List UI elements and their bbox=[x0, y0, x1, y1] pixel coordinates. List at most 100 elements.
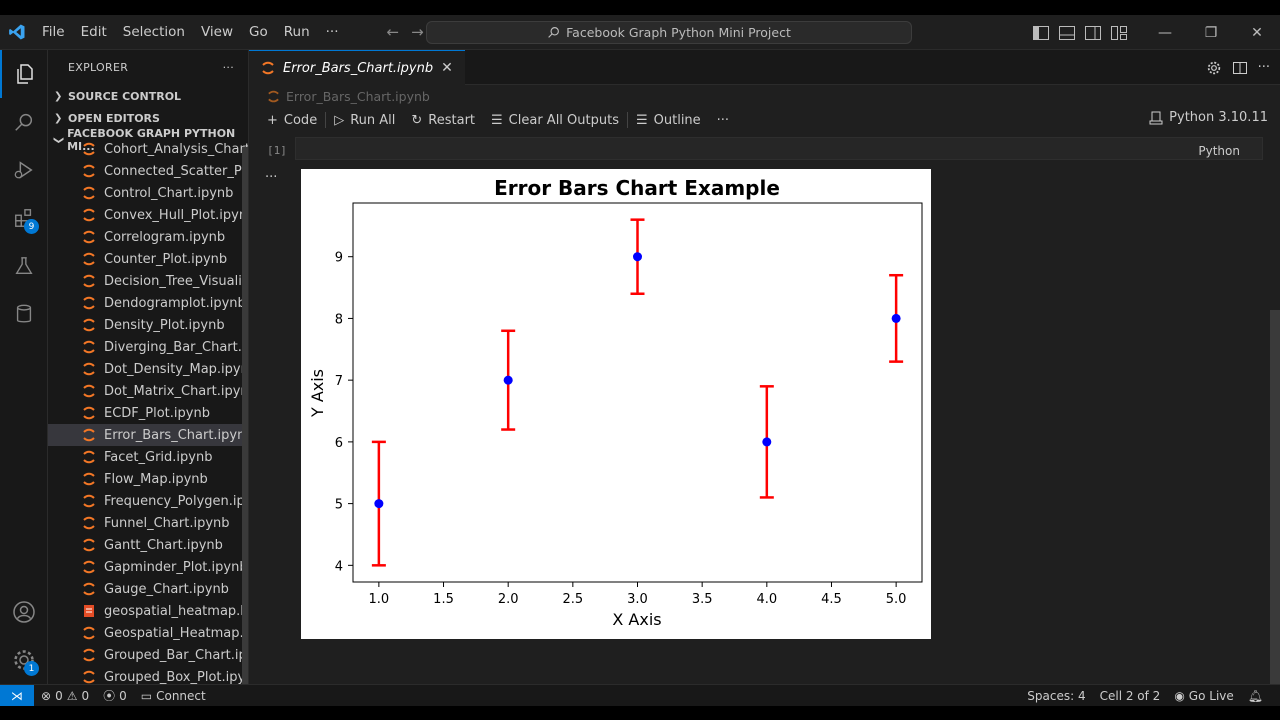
problems-status[interactable]: ⊗ 0 ⚠ 0 bbox=[34, 689, 96, 703]
sidebar-scrollbar[interactable] bbox=[242, 147, 248, 684]
indentation-status[interactable]: Spaces: 4 bbox=[1020, 689, 1092, 703]
go-live-button[interactable]: ◉ Go Live bbox=[1167, 689, 1240, 703]
menu-edit[interactable]: Edit bbox=[73, 15, 115, 50]
back-arrow-icon[interactable]: ← bbox=[381, 23, 406, 41]
file-name: ECDF_Plot.ipynb bbox=[104, 405, 210, 421]
file-item[interactable]: Error_Bars_Chart.ipynb bbox=[48, 424, 248, 446]
manage-badge: 1 bbox=[24, 661, 39, 676]
status-right: Spaces: 4 Cell 2 of 2 ◉ Go Live 🔔︎ bbox=[1020, 685, 1270, 707]
file-item[interactable]: Facet_Grid.ipynb bbox=[48, 446, 248, 468]
database-activity-icon[interactable] bbox=[0, 290, 48, 338]
toggle-secondary-sidebar-icon[interactable] bbox=[1080, 25, 1106, 40]
testing-activity-icon[interactable] bbox=[0, 242, 48, 290]
cell-language[interactable]: Python bbox=[1198, 144, 1240, 158]
warnings-count: 0 bbox=[81, 688, 90, 703]
remote-icon[interactable]: ⋊ bbox=[0, 684, 34, 707]
file-item[interactable]: Gauge_Chart.ipynb bbox=[48, 578, 248, 600]
restore-icon[interactable]: ❐ bbox=[1188, 25, 1234, 41]
customize-layout-icon[interactable] bbox=[1106, 25, 1132, 40]
run-all-button[interactable]: ▷ Run All bbox=[326, 113, 403, 128]
editor-scrollbar[interactable] bbox=[1270, 310, 1280, 690]
menu-file[interactable]: File bbox=[34, 15, 73, 50]
file-item[interactable]: Gapminder_Plot.ipynb bbox=[48, 556, 248, 578]
plus-icon: + bbox=[267, 112, 278, 128]
ports-status[interactable]: ⦿ 0 bbox=[96, 687, 134, 704]
split-editor-icon[interactable] bbox=[1232, 60, 1248, 76]
notebook-settings-gear-icon[interactable] bbox=[1206, 60, 1222, 76]
connect-status[interactable]: ▭ Connect bbox=[134, 689, 213, 703]
file-item[interactable]: Counter_Plot.ipynb bbox=[48, 248, 248, 270]
explorer-activity-icon[interactable] bbox=[0, 50, 48, 98]
run-all-label: Run All bbox=[350, 112, 396, 128]
breadcrumb: Error_Bars_Chart.ipynb bbox=[249, 85, 1280, 107]
manage-gear-icon[interactable]: 1 bbox=[0, 636, 48, 684]
jupyter-file-icon bbox=[83, 230, 95, 244]
file-name: Counter_Plot.ipynb bbox=[104, 251, 228, 267]
cell-position-status[interactable]: Cell 2 of 2 bbox=[1093, 689, 1168, 703]
file-item[interactable]: Funnel_Chart.ipynb bbox=[48, 512, 248, 534]
kernel-icon bbox=[1149, 111, 1163, 124]
code-cell: [1] Python bbox=[249, 136, 1280, 164]
menu-view[interactable]: View bbox=[193, 15, 241, 50]
menu-selection[interactable]: Selection bbox=[115, 15, 193, 50]
file-item[interactable]: Diverging_Bar_Chart.ip... bbox=[48, 336, 248, 358]
close-window-icon[interactable]: ✕ bbox=[1234, 25, 1280, 41]
code-cell-editor[interactable]: Python bbox=[295, 137, 1263, 160]
file-item[interactable]: Density_Plot.ipynb bbox=[48, 314, 248, 336]
add-code-button[interactable]: + Code bbox=[259, 113, 325, 128]
toggle-panel-icon[interactable] bbox=[1054, 25, 1080, 40]
toggle-sidebar-icon[interactable] bbox=[1028, 25, 1054, 40]
file-name: Control_Chart.ipynb bbox=[104, 185, 234, 201]
file-item[interactable]: Correlogram.ipynb bbox=[48, 226, 248, 248]
file-name: Cohort_Analysis_Chart.i... bbox=[104, 141, 248, 157]
output-menu-button[interactable]: ··· bbox=[265, 170, 277, 185]
outline-button[interactable]: ☰ Outline bbox=[628, 113, 709, 128]
file-item[interactable]: Dot_Matrix_Chart.ipynb bbox=[48, 380, 248, 402]
file-item[interactable]: Grouped_Box_Plot.ipynb bbox=[48, 666, 248, 684]
accounts-icon[interactable] bbox=[0, 588, 48, 636]
file-item[interactable]: ECDF_Plot.ipynb bbox=[48, 402, 248, 424]
file-name: Gapminder_Plot.ipynb bbox=[104, 559, 248, 575]
html-file-icon bbox=[84, 605, 94, 617]
restart-button[interactable]: ↻ Restart bbox=[403, 113, 483, 128]
search-activity-icon[interactable] bbox=[0, 98, 48, 146]
file-item[interactable]: geospatial_heatmap.html bbox=[48, 600, 248, 622]
menu-go[interactable]: Go bbox=[241, 15, 276, 50]
jupyter-file-icon bbox=[83, 340, 95, 354]
broadcast-icon: ◉ bbox=[1174, 689, 1185, 703]
clear-outputs-button[interactable]: ☰ Clear All Outputs bbox=[483, 113, 627, 128]
file-item[interactable]: Control_Chart.ipynb bbox=[48, 182, 248, 204]
file-name: Dot_Density_Map.ipynb bbox=[104, 361, 249, 377]
menu-run[interactable]: Run bbox=[276, 15, 318, 50]
file-item[interactable]: Dendogramplot.ipynb bbox=[48, 292, 248, 314]
menu-more[interactable]: ··· bbox=[318, 15, 347, 50]
kernel-picker[interactable]: Python 3.10.11 bbox=[1149, 110, 1268, 125]
section-source-control[interactable]: ❯ SOURCE CONTROL bbox=[48, 85, 248, 107]
file-item[interactable]: Convex_Hull_Plot.ipynb bbox=[48, 204, 248, 226]
x-axis-ticks: 1.0 1.5 2.0 2.5 3.0 3.5 4.0 4.5 5.0 bbox=[369, 582, 906, 607]
extensions-activity-icon[interactable]: 9 bbox=[0, 194, 48, 242]
tab-error-bars-chart[interactable]: Error_Bars_Chart.ipynb ✕ bbox=[249, 50, 465, 85]
breadcrumb-file[interactable]: Error_Bars_Chart.ipynb bbox=[286, 89, 430, 104]
file-item[interactable]: Flow_Map.ipynb bbox=[48, 468, 248, 490]
minimize-icon[interactable]: — bbox=[1142, 25, 1188, 41]
tab-close-icon[interactable]: ✕ bbox=[441, 60, 453, 76]
file-item[interactable]: Grouped_Bar_Chart.ipy... bbox=[48, 644, 248, 666]
file-item[interactable]: Cohort_Analysis_Chart.i... bbox=[48, 138, 248, 160]
file-item[interactable]: Frequency_Polygen.ipy... bbox=[48, 490, 248, 512]
file-item[interactable]: Decision_Tree_Visualisa... bbox=[48, 270, 248, 292]
run-debug-activity-icon[interactable] bbox=[0, 146, 48, 194]
file-item[interactable]: Dot_Density_Map.ipynb bbox=[48, 358, 249, 380]
explorer-more-button[interactable]: ··· bbox=[223, 61, 234, 74]
editor-more-button[interactable]: ··· bbox=[1258, 60, 1270, 75]
file-item[interactable]: Geospatial_Heatmap.ip... bbox=[48, 622, 248, 644]
editor-actions: ··· bbox=[1206, 50, 1270, 85]
command-center[interactable]: Facebook Graph Python Mini Project bbox=[426, 21, 912, 44]
notifications-bell-icon[interactable]: 🔔︎ bbox=[1241, 689, 1270, 703]
toolbar-more-button[interactable]: ··· bbox=[709, 113, 737, 128]
file-item[interactable]: Connected_Scatter_Plot... bbox=[48, 160, 248, 182]
jupyter-file-icon bbox=[83, 472, 95, 486]
jupyter-file-icon bbox=[83, 318, 95, 332]
file-item[interactable]: Gantt_Chart.ipynb bbox=[48, 534, 248, 556]
section-open-editors[interactable]: ❯ OPEN EDITORS bbox=[48, 107, 248, 129]
